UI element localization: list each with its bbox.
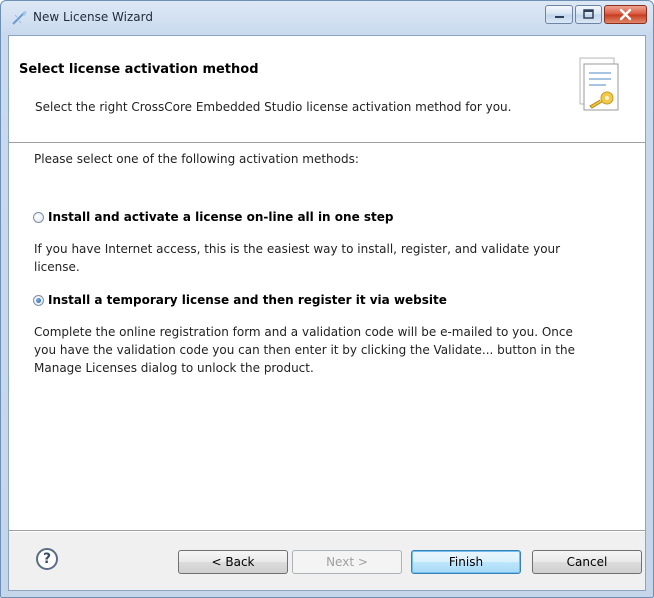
- help-icon[interactable]: ?: [36, 548, 58, 570]
- license-document-icon: [579, 57, 619, 111]
- cancel-button[interactable]: Cancel: [532, 550, 642, 574]
- close-icon: [619, 8, 632, 21]
- maximize-button[interactable]: [575, 5, 602, 24]
- button-bar: ? < Back Next > Finish Cancel: [9, 532, 645, 590]
- option-temporary-description-line-2: you have the validation code you can the…: [34, 343, 575, 357]
- finish-button[interactable]: Finish: [411, 550, 521, 574]
- page-description: Select the right CrossCore Embedded Stud…: [35, 100, 512, 114]
- option-online-description-line-2: license.: [34, 260, 80, 274]
- option-temporary-description-line-3: Manage Licenses dialog to unlock the pro…: [34, 361, 314, 375]
- back-button[interactable]: < Back: [178, 550, 288, 574]
- option-online-description-line-1: If you have Internet access, this is the…: [34, 242, 561, 256]
- window-title: New License Wizard: [33, 10, 153, 24]
- option-online-radio[interactable]: [33, 212, 44, 223]
- option-temporary-radio[interactable]: [33, 295, 44, 306]
- maximize-icon: [583, 9, 594, 19]
- title-bar[interactable]: New License Wizard: [1, 1, 653, 35]
- option-online-label[interactable]: Install and activate a license on-line a…: [48, 210, 394, 224]
- wizard-client-area: Select license activation method Select …: [8, 35, 646, 591]
- banner-separator: [9, 142, 645, 144]
- next-button[interactable]: Next >: [292, 550, 402, 574]
- minimize-icon: [555, 16, 564, 18]
- instruction-text: Please select one of the following activ…: [34, 152, 359, 166]
- option-temporary-description-line-1: Complete the online registration form an…: [34, 325, 573, 339]
- page-title: Select license activation method: [19, 62, 259, 77]
- wizard-banner: Select license activation method Select …: [9, 36, 645, 142]
- wizard-app-icon: [12, 11, 27, 25]
- minimize-button[interactable]: [545, 5, 573, 24]
- close-button[interactable]: [604, 5, 647, 24]
- option-temporary-label[interactable]: Install a temporary license and then reg…: [48, 293, 447, 307]
- wizard-window: New License Wizard Select license activa…: [0, 0, 654, 598]
